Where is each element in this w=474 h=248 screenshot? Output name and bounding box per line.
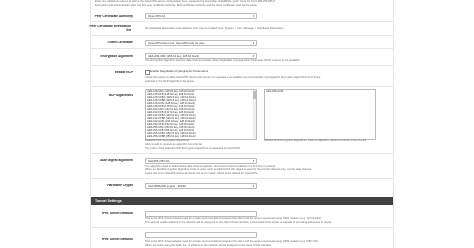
encryption-value: AES-256-CBC (256 bit key, 128 bit block) bbox=[148, 54, 200, 58]
ncp-enable-check-label: Enable Negotiable Cryptographic Paramete… bbox=[150, 70, 209, 73]
client-cert-label: Client Certificate bbox=[107, 41, 133, 44]
scrollbar-thumb[interactable] bbox=[253, 91, 256, 99]
ncp-allowed-help: Allowed NCP Encryption Algorithms. Click… bbox=[264, 139, 367, 142]
auth-digest-label: Auth digest algorithm bbox=[100, 159, 133, 162]
divider bbox=[91, 178, 393, 179]
client-cert-value: OpenVPN-Client (CA: OpenVPN-CA) (In use) bbox=[148, 41, 205, 45]
divider bbox=[91, 35, 393, 36]
chevron-down-icon: ▾ bbox=[252, 14, 255, 18]
openvpn-client-form: Enter any additional options to add to t… bbox=[90, 0, 393, 248]
ncp-enable-help2: selected in the NCP Algorithms list belo… bbox=[145, 79, 195, 83]
encryption-help: The Encryption Algorithm used for data c… bbox=[145, 59, 301, 62]
peer-crl-text: No Certificate Revocation Lists defined.… bbox=[145, 27, 284, 30]
ncp-available-list[interactable]: AES-128-CBC (128 bit key, 128 bit block)… bbox=[145, 89, 257, 140]
ipv4-tunnel-label: IPv4 Tunnel Network bbox=[101, 212, 133, 215]
ncp-enable-label: Enable NCP bbox=[114, 71, 133, 74]
client-cert-select[interactable]: OpenVPN-Client (CA: OpenVPN-CA) (In use)… bbox=[145, 40, 257, 46]
divider bbox=[91, 153, 393, 154]
ncp-available-help2: Click to add or remove an algorithm from… bbox=[145, 142, 203, 146]
ipv6-tunnel-label: IPv6 Tunnel Network bbox=[101, 238, 133, 241]
ipv4-tunnel-help2: The second usable address in the network… bbox=[145, 220, 333, 224]
ipv6-tunnel-help2: When set static using this field, the ::… bbox=[145, 243, 272, 247]
list-item[interactable]: AES-256-GCM bbox=[266, 90, 283, 93]
chevron-down-icon: ▾ bbox=[252, 54, 255, 58]
peer-ca-label: Peer Certificate Authority bbox=[94, 15, 133, 18]
auth-digest-select[interactable]: SHA256 (256-bit) ▾ bbox=[145, 158, 257, 164]
ncp-allowed-list[interactable]: AES-256-GCM bbox=[264, 89, 376, 140]
page: Enter any additional options to add to t… bbox=[0, 0, 474, 248]
chevron-down-icon: ▾ bbox=[252, 184, 255, 188]
divider bbox=[91, 227, 393, 228]
peer-ca-value: OpenVPN-CA bbox=[148, 14, 166, 18]
auth-digest-value: SHA256 (256-bit) bbox=[148, 159, 170, 163]
divider bbox=[91, 48, 393, 49]
scrollbar[interactable] bbox=[253, 90, 256, 139]
list-item[interactable]: AES-256-CFB8 (256 bit key, 128 bit block… bbox=[147, 135, 196, 138]
section-title: Tunnel Settings bbox=[95, 199, 122, 203]
chevron-down-icon: ▾ bbox=[252, 41, 255, 45]
ncp-algorithms-label: NCP Algorithms bbox=[108, 94, 133, 97]
divider bbox=[91, 21, 393, 22]
divider bbox=[91, 86, 393, 87]
hardware-crypto-label: Hardware Crypto bbox=[107, 184, 133, 187]
chevron-down-icon: ▾ bbox=[252, 159, 255, 163]
hardware-crypto-value: Intel RDRAND engine - RAND bbox=[148, 184, 186, 188]
hardware-crypto-select[interactable]: Intel RDRAND engine - RAND ▾ bbox=[145, 183, 257, 189]
top-help-line2: Encryption and authentication also use t… bbox=[95, 3, 258, 7]
ncp-footer: The order of the selected NCP Encryption… bbox=[145, 147, 241, 150]
auth-digest-help3: Leave this set to SHA256 unless all clie… bbox=[145, 171, 258, 175]
peer-ca-select[interactable]: OpenVPN-CA ▾ bbox=[145, 13, 257, 19]
peer-crl-label: Peer Certificate Revocation list bbox=[89, 25, 131, 32]
encryption-label: Encryption Algorithm bbox=[100, 55, 133, 58]
divider bbox=[91, 65, 393, 66]
section-header-tunnel: Tunnel Settings bbox=[91, 197, 393, 205]
ipv6-tunnel-input[interactable] bbox=[145, 232, 257, 238]
